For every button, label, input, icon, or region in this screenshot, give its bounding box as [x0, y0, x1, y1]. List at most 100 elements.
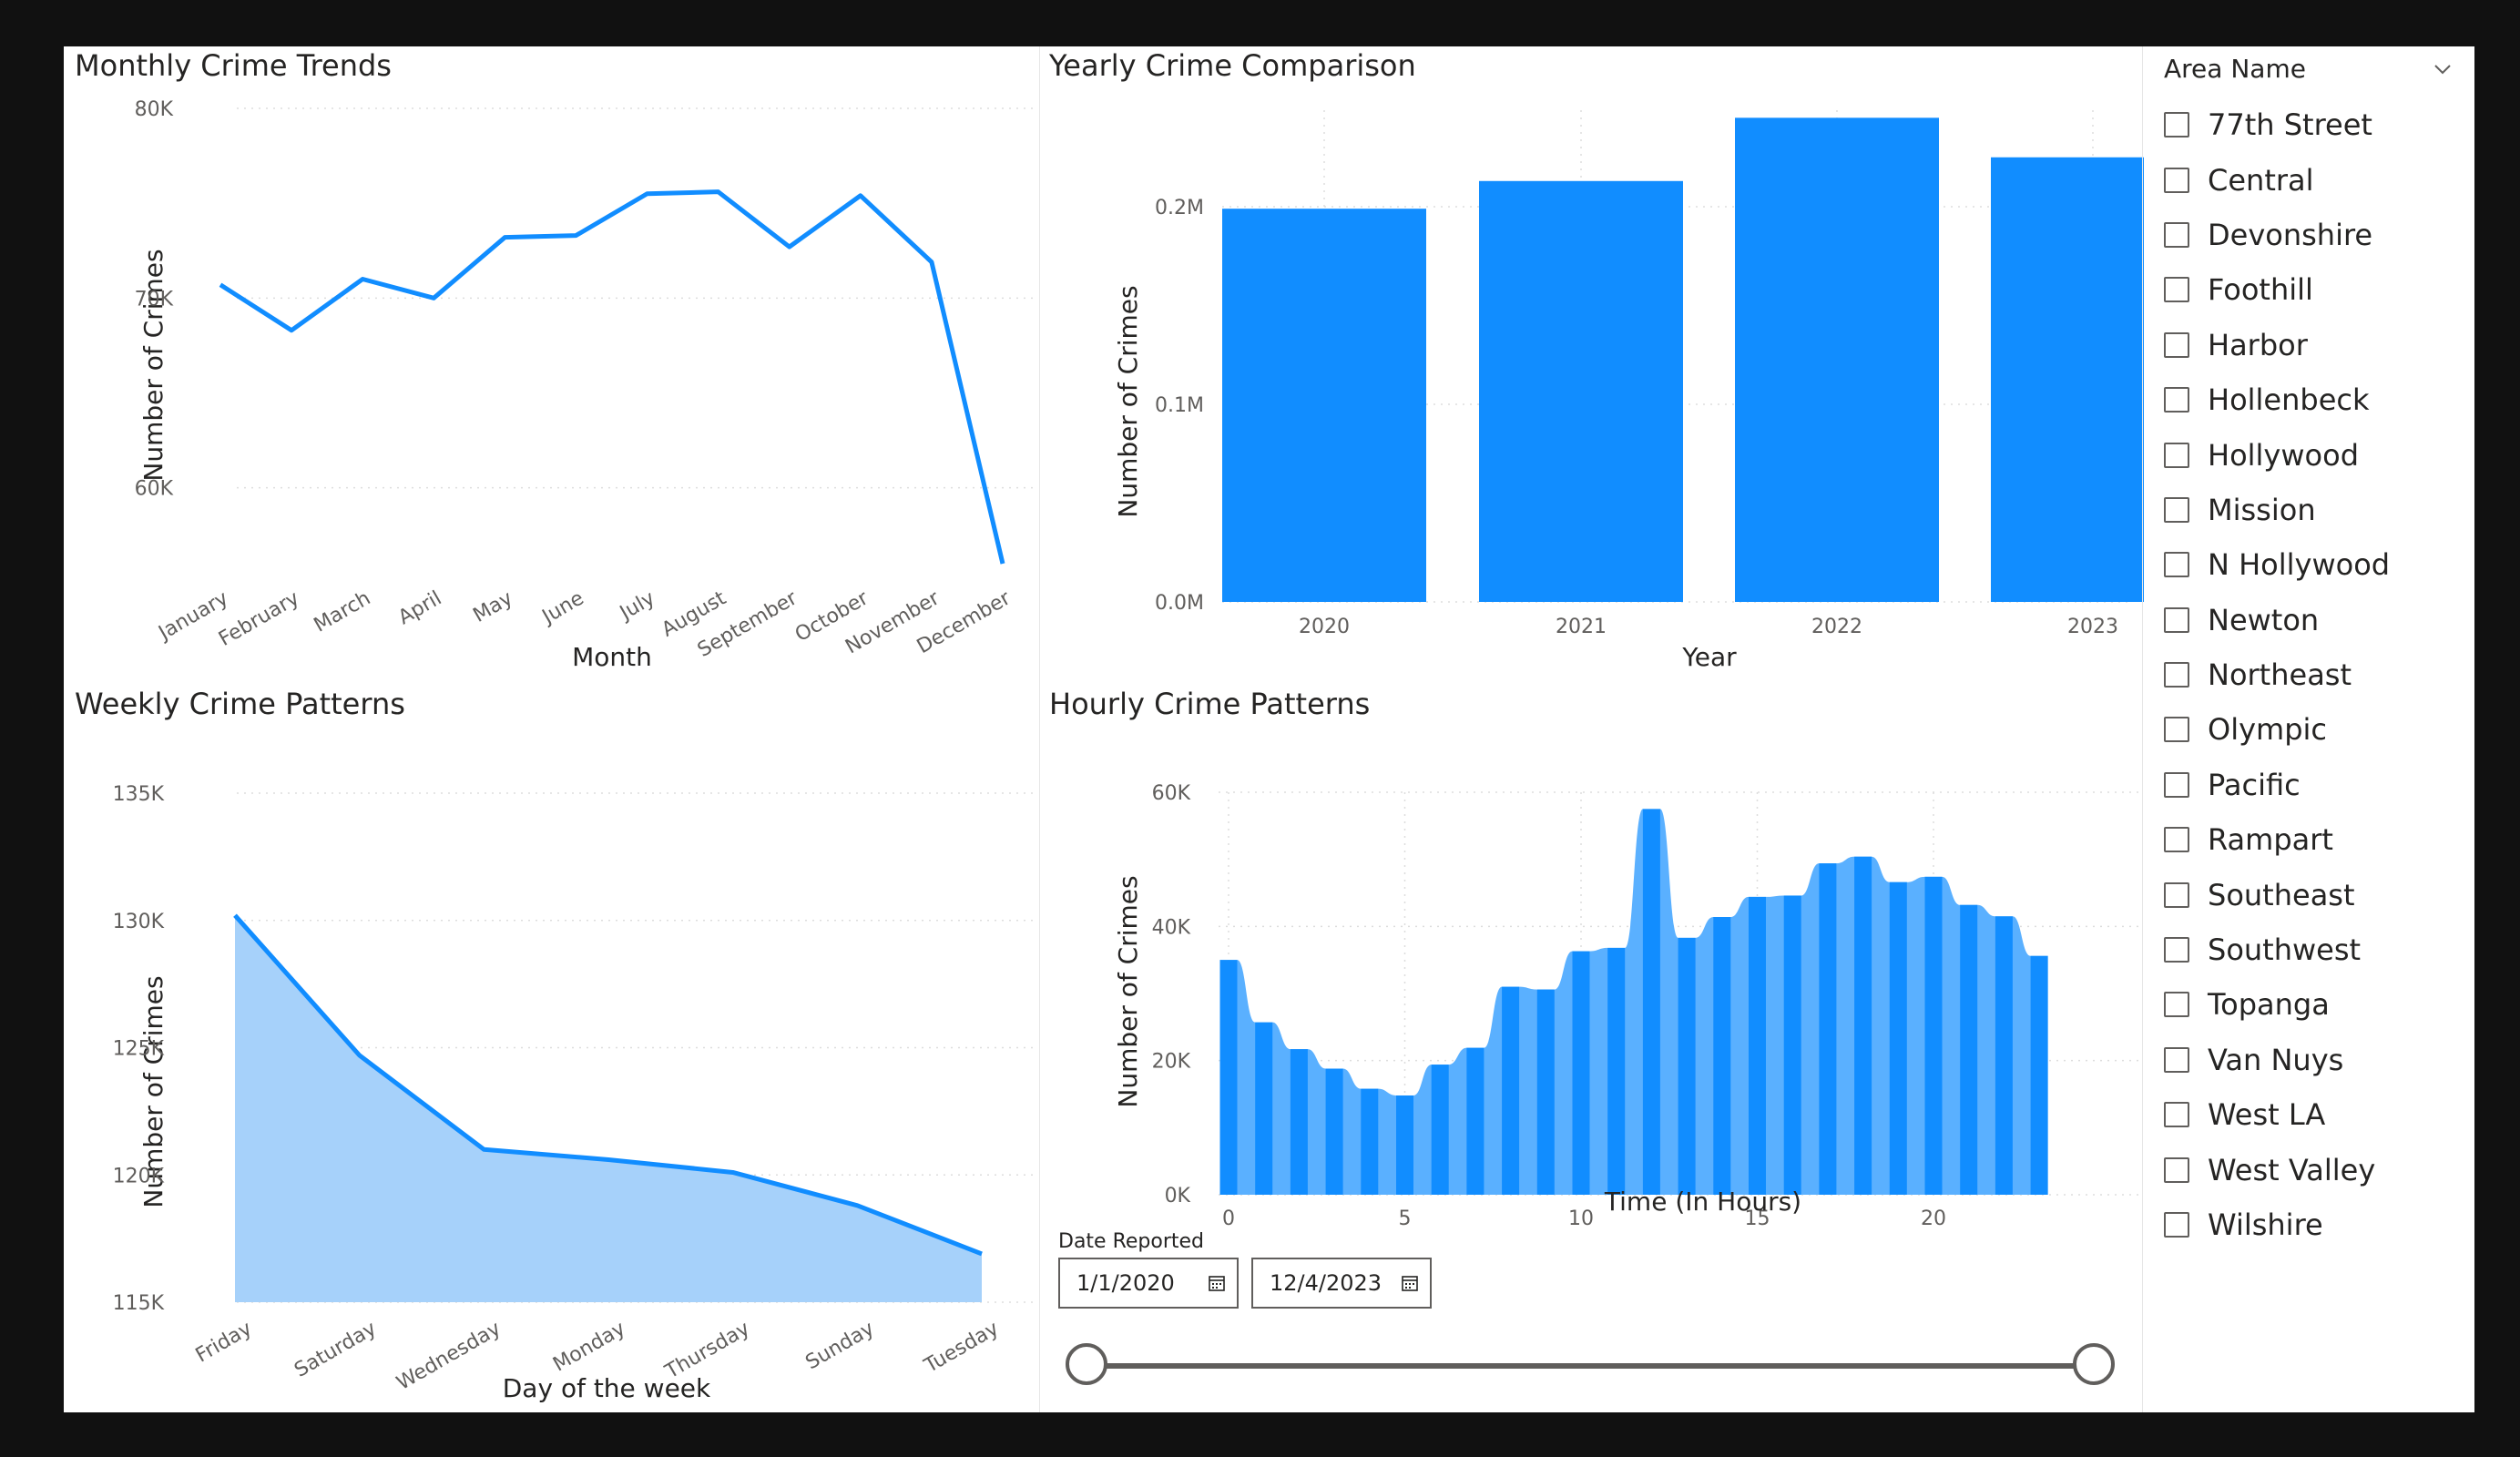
slicer-checkbox[interactable] — [2164, 1156, 2189, 1183]
slicer-item[interactable]: Mission — [2164, 483, 2390, 537]
hourly-chart-title: Hourly Crime Patterns — [1049, 687, 1370, 721]
hourly-bar — [1819, 863, 1837, 1195]
slicer-item-label: Devonshire — [2208, 217, 2373, 252]
hourly-ribbon — [1219, 809, 2048, 1195]
slicer-item[interactable]: Topanga — [2164, 977, 2390, 1032]
slicer-item[interactable]: West LA — [2164, 1087, 2390, 1142]
monthly-y-tick: 70K — [135, 288, 174, 311]
yearly-y-tick: 0.2M — [1155, 197, 1204, 219]
slicer-item[interactable]: Southwest — [2164, 922, 2390, 977]
hourly-bar — [1642, 809, 1660, 1195]
weekly-x-tick: Wednesday — [393, 1318, 505, 1395]
hourly-bar — [1960, 904, 1978, 1195]
slicer-checkbox[interactable] — [2164, 112, 2189, 138]
monthly-chart-title: Monthly Crime Trends — [75, 48, 392, 83]
start-date-input[interactable]: 1/1/2020 — [1058, 1258, 1239, 1309]
slicer-item[interactable]: Hollenbeck — [2164, 372, 2390, 427]
date-range-track[interactable] — [1086, 1363, 2091, 1369]
yearly-x-tick: 2020 — [1299, 616, 1350, 638]
yearly-bar — [1991, 157, 2195, 602]
end-date-handle[interactable] — [2073, 1343, 2115, 1385]
hourly-bar — [1783, 895, 1801, 1195]
slicer-item[interactable]: Van Nuys — [2164, 1033, 2390, 1087]
hourly-x-tick: 20 — [1921, 1207, 1946, 1230]
slicer-checkbox[interactable] — [2164, 1046, 2189, 1073]
monthly-x-tick: April — [394, 587, 445, 630]
slicer-item[interactable]: Harbor — [2164, 318, 2390, 372]
slicer-item[interactable]: Northeast — [2164, 647, 2390, 702]
slicer-item[interactable]: Foothill — [2164, 262, 2390, 317]
hourly-y-tick: 40K — [1152, 916, 1191, 939]
start-date-handle[interactable] — [1066, 1343, 1107, 1385]
slicer-item[interactable]: Wilshire — [2164, 1197, 2390, 1252]
slicer-item[interactable]: Hollywood — [2164, 427, 2390, 482]
slicer-item-label: Newton — [2208, 602, 2320, 637]
weekly-x-tick: Monday — [549, 1318, 629, 1377]
hourly-bar — [1678, 937, 1696, 1195]
hourly-bar — [1361, 1088, 1379, 1195]
hourly-bar — [2030, 955, 2048, 1195]
monthly-y-axis-title: Number of Crimes — [138, 249, 168, 481]
monthly-y-tick: 60K — [135, 478, 174, 501]
slicer-divider — [2142, 46, 2143, 1412]
hourly-bar — [1749, 896, 1766, 1195]
slicer-checkbox[interactable] — [2164, 167, 2189, 193]
yearly-bar — [1479, 180, 1683, 603]
slicer-checkbox[interactable] — [2164, 606, 2189, 633]
slicer-item[interactable]: Devonshire — [2164, 208, 2390, 262]
slicer-item[interactable]: West Valley — [2164, 1142, 2390, 1197]
slicer-checkbox[interactable] — [2164, 1212, 2189, 1238]
slicer-title: Area Name — [2164, 54, 2306, 84]
slicer-item-label: 77th Street — [2208, 107, 2372, 143]
slicer-checkbox[interactable] — [2164, 442, 2189, 468]
slicer-item-label: N Hollywood — [2208, 547, 2391, 583]
hourly-bar — [1431, 1065, 1449, 1195]
chevron-down-icon[interactable] — [2433, 59, 2453, 79]
yearly-y-tick: 0.1M — [1155, 394, 1204, 417]
slicer-checkbox[interactable] — [2164, 827, 2189, 853]
end-date-input[interactable]: 12/4/2023 — [1251, 1258, 1432, 1309]
yearly-x-axis-title: Year — [1681, 642, 1737, 672]
slicer-item[interactable]: Pacific — [2164, 758, 2390, 812]
calendar-icon[interactable] — [1401, 1274, 1419, 1292]
slicer-checkbox[interactable] — [2164, 992, 2189, 1018]
slicer-item-label: Pacific — [2208, 767, 2301, 802]
slicer-item[interactable]: Central — [2164, 152, 2390, 207]
slicer-checkbox[interactable] — [2164, 331, 2189, 358]
monthly-x-tick: February — [215, 587, 303, 651]
slicer-checkbox[interactable] — [2164, 937, 2189, 963]
yearly-x-tick: 2021 — [1556, 616, 1607, 638]
slicer-checkbox[interactable] — [2164, 662, 2189, 688]
slicer-checkbox[interactable] — [2164, 552, 2189, 578]
calendar-icon[interactable] — [1208, 1274, 1226, 1292]
column-divider — [1039, 46, 1040, 1412]
slicer-item-label: Northeast — [2208, 657, 2352, 693]
slicer-checkbox[interactable] — [2164, 387, 2189, 413]
slicer-checkbox[interactable] — [2164, 221, 2189, 248]
hourly-x-tick: 5 — [1399, 1207, 1412, 1230]
monthly-chart-svg: Monthly Crime Trends Month Number of Cri… — [75, 48, 1034, 672]
slicer-checkbox[interactable] — [2164, 496, 2189, 523]
weekly-y-tick: 135K — [113, 783, 165, 806]
slicer-item[interactable]: Southeast — [2164, 867, 2390, 922]
slicer-item-label: Rampart — [2208, 822, 2333, 858]
slicer-item[interactable]: Olympic — [2164, 702, 2390, 757]
slicer-item[interactable]: Rampart — [2164, 812, 2390, 867]
hourly-y-tick: 20K — [1152, 1051, 1191, 1074]
slicer-item[interactable]: 77th Street — [2164, 97, 2390, 152]
area-name-slicer: Area Name 77th Street Central Devonshire Fo… — [2146, 46, 2474, 1412]
slicer-checkbox[interactable] — [2164, 1102, 2189, 1128]
hourly-y-tick: 60K — [1152, 782, 1191, 805]
slicer-checkbox[interactable] — [2164, 881, 2189, 908]
slicer-checkbox[interactable] — [2164, 277, 2189, 303]
slicer-item-label: Central — [2208, 162, 2314, 198]
slicer-item[interactable]: N Hollywood — [2164, 537, 2390, 592]
yearly-bar — [1735, 117, 1939, 603]
hourly-bar — [1255, 1022, 1273, 1195]
yearly-crime-chart: Yearly Crime Comparison Year Number of C… — [1040, 46, 2195, 684]
slicer-checkbox[interactable] — [2164, 717, 2189, 743]
slicer-item[interactable]: Newton — [2164, 593, 2390, 647]
slicer-checkbox[interactable] — [2164, 771, 2189, 798]
hourly-bar — [1466, 1047, 1484, 1195]
weekly-chart-title: Weekly Crime Patterns — [75, 687, 405, 721]
